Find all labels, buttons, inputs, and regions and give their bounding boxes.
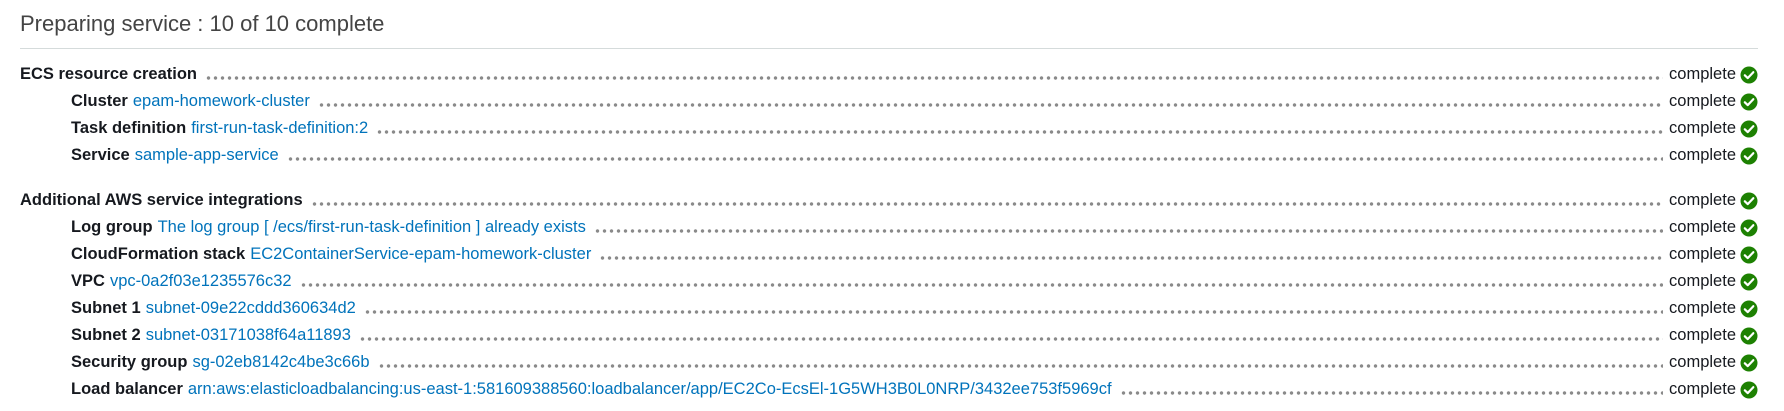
service-link[interactable]: sample-app-service	[135, 146, 279, 165]
section-label: ECS resource creation	[20, 65, 197, 83]
row-subnet-1: Subnet 1 subnet-09e22cddd360634d2 comple…	[20, 295, 1758, 322]
security-group-link[interactable]: sg-02eb8142c4be3c66b	[192, 353, 369, 372]
status-text: complete	[1669, 191, 1736, 209]
status-text: complete	[1669, 119, 1736, 137]
section-ecs-resource-creation: ECS resource creation complete	[20, 61, 1758, 88]
dotted-leader	[376, 128, 1664, 135]
check-circle-icon	[1740, 219, 1758, 236]
dotted-leader	[1119, 389, 1664, 396]
dotted-leader	[286, 155, 1664, 162]
cluster-link[interactable]: epam-homework-cluster	[133, 92, 310, 111]
check-circle-icon	[1740, 273, 1758, 290]
item-label: Subnet 2	[71, 326, 141, 344]
check-circle-icon	[1740, 93, 1758, 110]
status-text: complete	[1669, 299, 1736, 317]
row-service: Service sample-app-service complete	[20, 142, 1758, 169]
page-title: Preparing service : 10 of 10 complete	[20, 10, 1758, 49]
row-task-definition: Task definition first-run-task-definitio…	[20, 115, 1758, 142]
check-circle-icon	[1740, 66, 1758, 83]
check-circle-icon	[1740, 327, 1758, 344]
status-text: complete	[1669, 245, 1736, 263]
subnet-2-link[interactable]: subnet-03171038f64a11893	[146, 326, 351, 345]
dotted-leader	[377, 362, 1664, 369]
check-circle-icon	[1740, 192, 1758, 209]
status-text: complete	[1669, 272, 1736, 290]
row-cluster: Cluster epam-homework-cluster complete	[20, 88, 1758, 115]
dotted-leader	[205, 74, 1664, 81]
row-cloudformation-stack: CloudFormation stack EC2ContainerService…	[20, 241, 1758, 268]
preparing-service-panel: Preparing service : 10 of 10 complete EC…	[20, 10, 1758, 403]
item-label: Security group	[71, 353, 188, 371]
item-label: Subnet 1	[71, 299, 141, 317]
row-security-group: Security group sg-02eb8142c4be3c66b comp…	[20, 349, 1758, 376]
log-group-link[interactable]: The log group [ /ecs/first-run-task-defi…	[158, 218, 586, 237]
item-label: Cluster	[71, 92, 128, 110]
check-circle-icon	[1740, 147, 1758, 164]
item-label: Task definition	[71, 119, 187, 137]
status-text: complete	[1669, 380, 1736, 398]
row-log-group: Log group The log group [ /ecs/first-run…	[20, 214, 1758, 241]
section-label: Additional AWS service integrations	[20, 191, 303, 209]
check-circle-icon	[1740, 120, 1758, 137]
row-vpc: VPC vpc-0a2f03e1235576c32 complete	[20, 268, 1758, 295]
item-label: Load balancer	[71, 380, 183, 398]
item-label: Service	[71, 146, 130, 164]
subnet-1-link[interactable]: subnet-09e22cddd360634d2	[146, 299, 356, 318]
section-additional-aws-service-integrations: Additional AWS service integrations comp…	[20, 187, 1758, 214]
status-text: complete	[1669, 218, 1736, 236]
vpc-link[interactable]: vpc-0a2f03e1235576c32	[110, 272, 292, 291]
check-circle-icon	[1740, 300, 1758, 317]
item-label: CloudFormation stack	[71, 245, 246, 263]
dotted-leader	[593, 227, 1664, 234]
dotted-leader	[599, 254, 1664, 261]
status-text: complete	[1669, 92, 1736, 110]
row-subnet-2: Subnet 2 subnet-03171038f64a11893 comple…	[20, 322, 1758, 349]
status-text: complete	[1669, 146, 1736, 164]
load-balancer-link[interactable]: arn:aws:elasticloadbalancing:us-east-1:5…	[188, 380, 1112, 399]
check-circle-icon	[1740, 381, 1758, 398]
dotted-leader	[358, 335, 1664, 342]
dotted-leader	[363, 308, 1664, 315]
dotted-leader	[299, 281, 1664, 288]
cloudformation-stack-link[interactable]: EC2ContainerService-epam-homework-cluste…	[250, 245, 591, 264]
dotted-leader	[310, 200, 1664, 207]
status-text: complete	[1669, 65, 1736, 83]
task-definition-link[interactable]: first-run-task-definition:2	[191, 119, 368, 138]
check-circle-icon	[1740, 246, 1758, 263]
check-circle-icon	[1740, 354, 1758, 371]
status-text: complete	[1669, 353, 1736, 371]
dotted-leader	[317, 101, 1664, 108]
item-label: VPC	[71, 272, 105, 290]
status-text: complete	[1669, 326, 1736, 344]
row-load-balancer: Load balancer arn:aws:elasticloadbalanci…	[20, 376, 1758, 403]
item-label: Log group	[71, 218, 153, 236]
